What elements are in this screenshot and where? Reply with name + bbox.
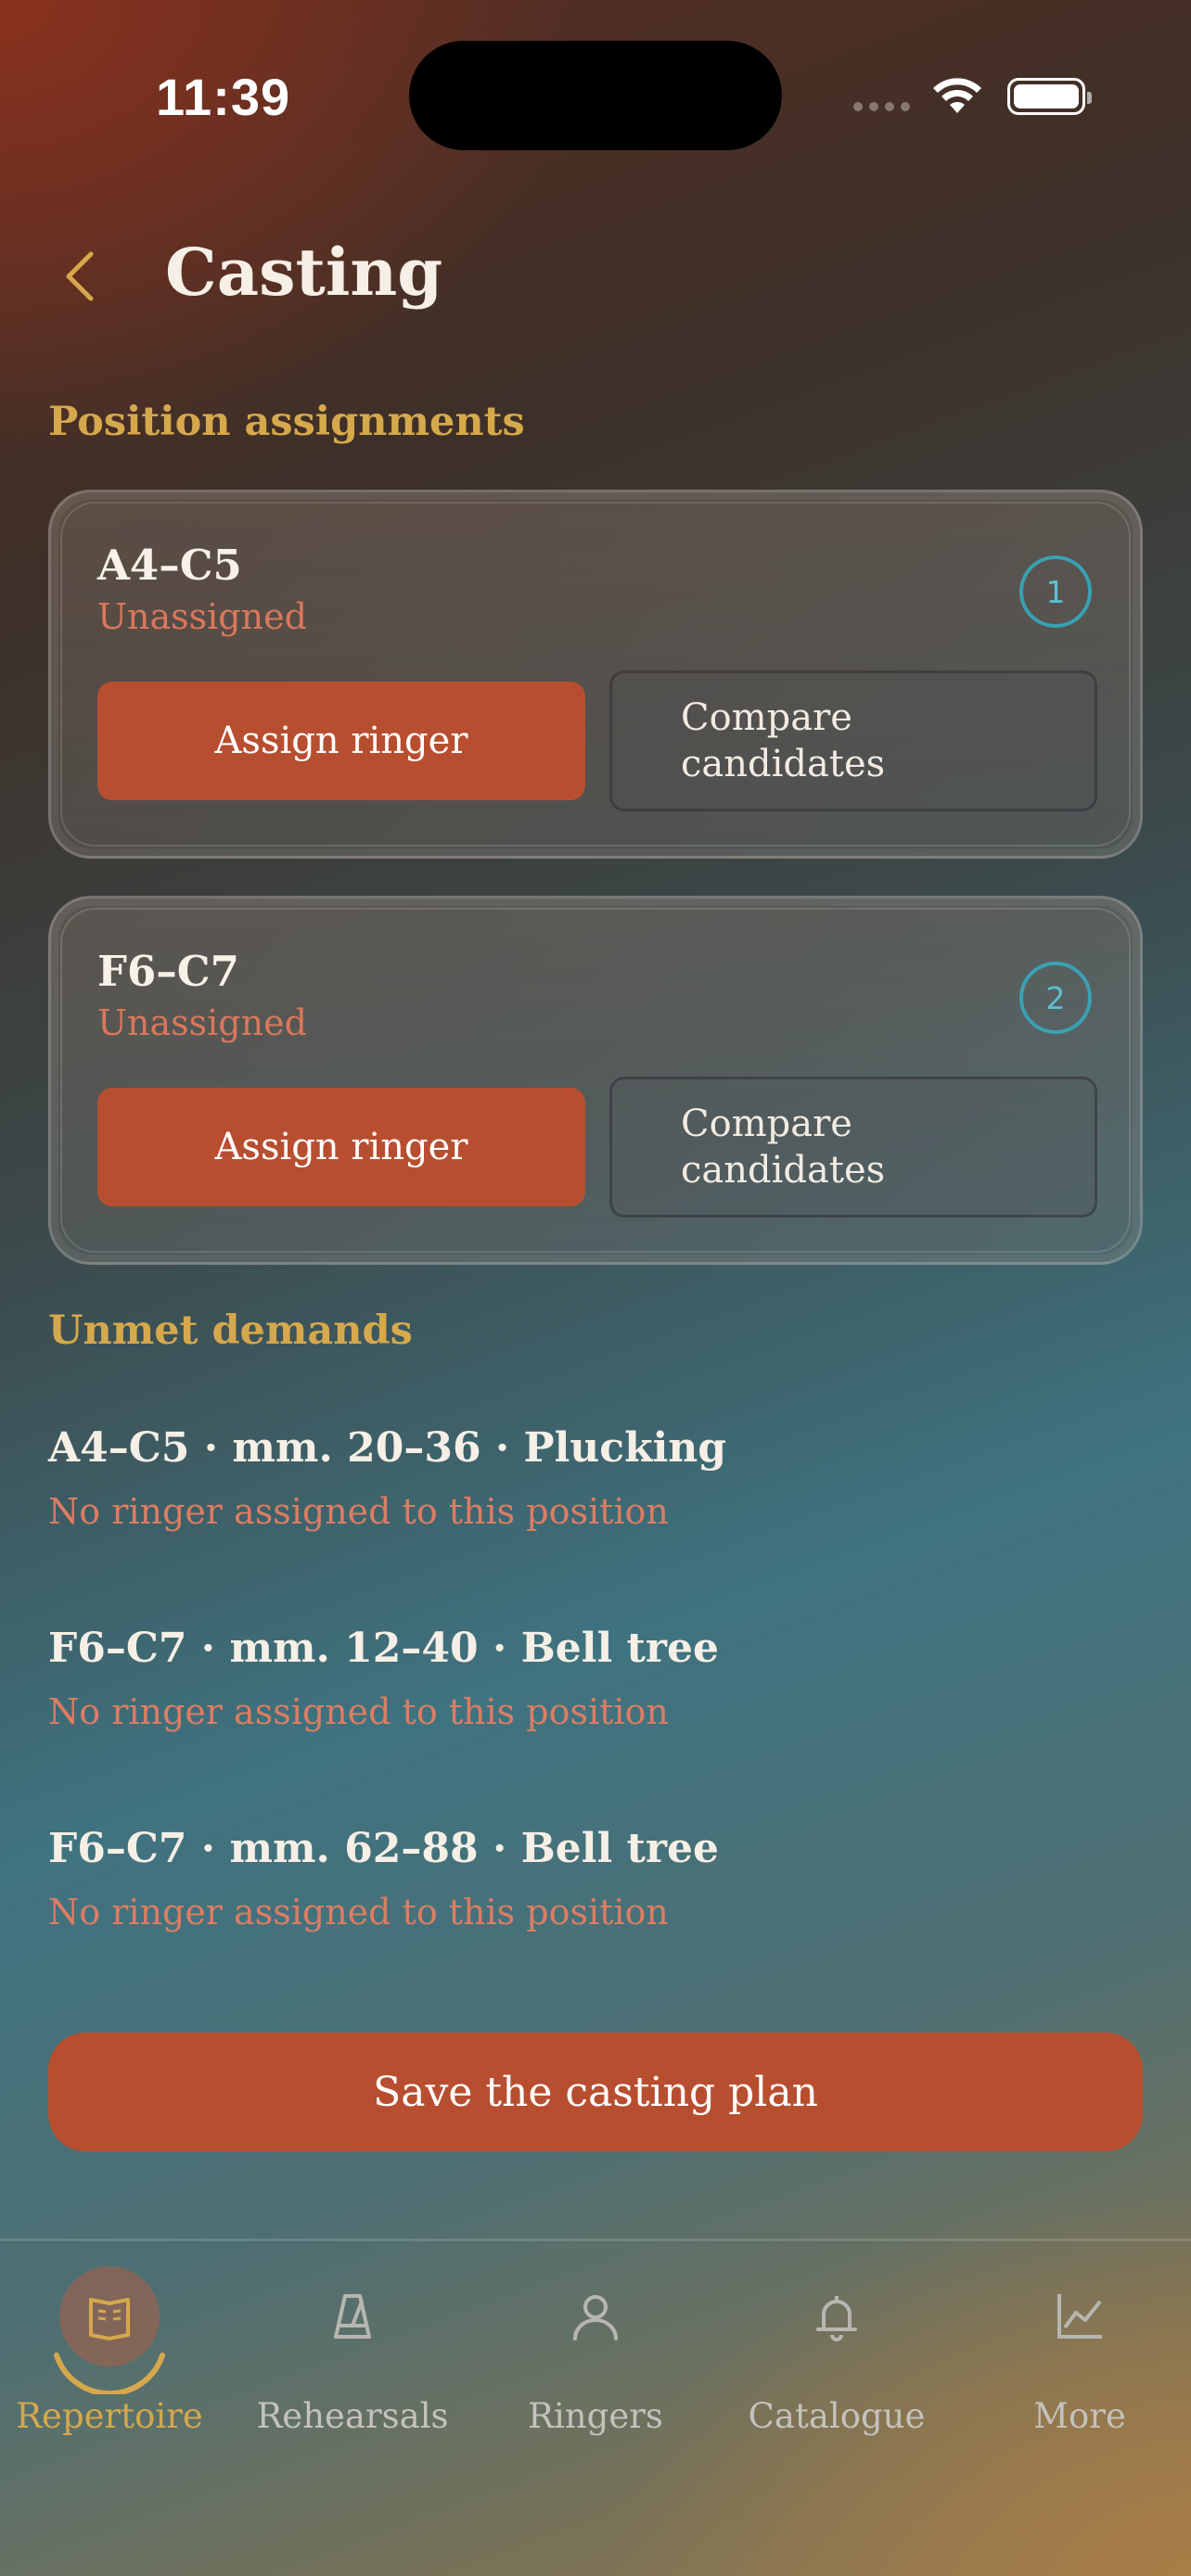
dynamic-island <box>409 41 782 150</box>
demand-note: No ringer assigned to this position <box>48 1491 669 1532</box>
wifi-icon <box>933 78 981 113</box>
status-time: 11:39 <box>156 68 291 126</box>
book-icon <box>89 2298 130 2340</box>
back-chevron-icon[interactable] <box>58 249 102 304</box>
save-casting-plan-button[interactable]: Save the casting plan <box>48 2033 1143 2151</box>
position-number-badge: 1 <box>1019 555 1092 628</box>
demand-note: No ringer assigned to this position <box>48 1691 669 1732</box>
compare-candidates-button[interactable]: Compare candidates <box>609 670 1097 811</box>
tab-label: Catalogue <box>748 2396 926 2436</box>
tab-bar-divider <box>0 2238 1191 2241</box>
tab-label: More <box>1033 2396 1126 2436</box>
tab-label: Ringers <box>528 2396 663 2436</box>
tab-label: Repertoire <box>16 2396 203 2436</box>
person-icon <box>573 2295 618 2340</box>
position-status: Unassigned <box>97 596 307 637</box>
demand-title: F6–C7 · mm. 62–88 · Bell tree <box>48 1825 720 1872</box>
position-name: F6–C7 <box>97 947 239 996</box>
battery-icon <box>1007 78 1092 115</box>
position-card: F6–C7 Unassigned 2 Assign ringer Compare… <box>48 896 1143 1265</box>
section-position-assignments: Position assignments <box>48 399 525 445</box>
position-status: Unassigned <box>97 1002 307 1043</box>
tab-catalogue[interactable]: Catalogue <box>725 2263 948 2448</box>
tab-label: Rehearsals <box>256 2396 449 2436</box>
compare-candidates-button[interactable]: Compare candidates <box>609 1077 1097 1218</box>
assign-ringer-button[interactable]: Assign ringer <box>97 1088 585 1206</box>
cellular-signal-icon <box>853 102 910 111</box>
tab-repertoire[interactable]: Repertoire <box>0 2263 221 2448</box>
position-card: A4–C5 Unassigned 1 Assign ringer Compare… <box>48 490 1143 859</box>
demand-note: No ringer assigned to this position <box>48 1892 669 1932</box>
position-name: A4–C5 <box>97 541 242 590</box>
tab-rehearsals[interactable]: Rehearsals <box>241 2263 464 2448</box>
demand-title: F6–C7 · mm. 12–40 · Bell tree <box>48 1625 720 1672</box>
section-unmet-demands: Unmet demands <box>48 1307 413 1354</box>
bell-icon <box>816 2296 857 2341</box>
position-number-badge: 2 <box>1019 962 1092 1034</box>
page-title: Casting <box>165 234 443 311</box>
metronome-icon <box>334 2294 371 2339</box>
tab-more[interactable]: More <box>968 2263 1191 2448</box>
tab-ringers[interactable]: Ringers <box>484 2263 707 2448</box>
assign-ringer-button[interactable]: Assign ringer <box>97 682 585 800</box>
demand-title: A4–C5 · mm. 20–36 · Plucking <box>48 1424 727 1472</box>
chart-icon <box>1057 2294 1102 2339</box>
